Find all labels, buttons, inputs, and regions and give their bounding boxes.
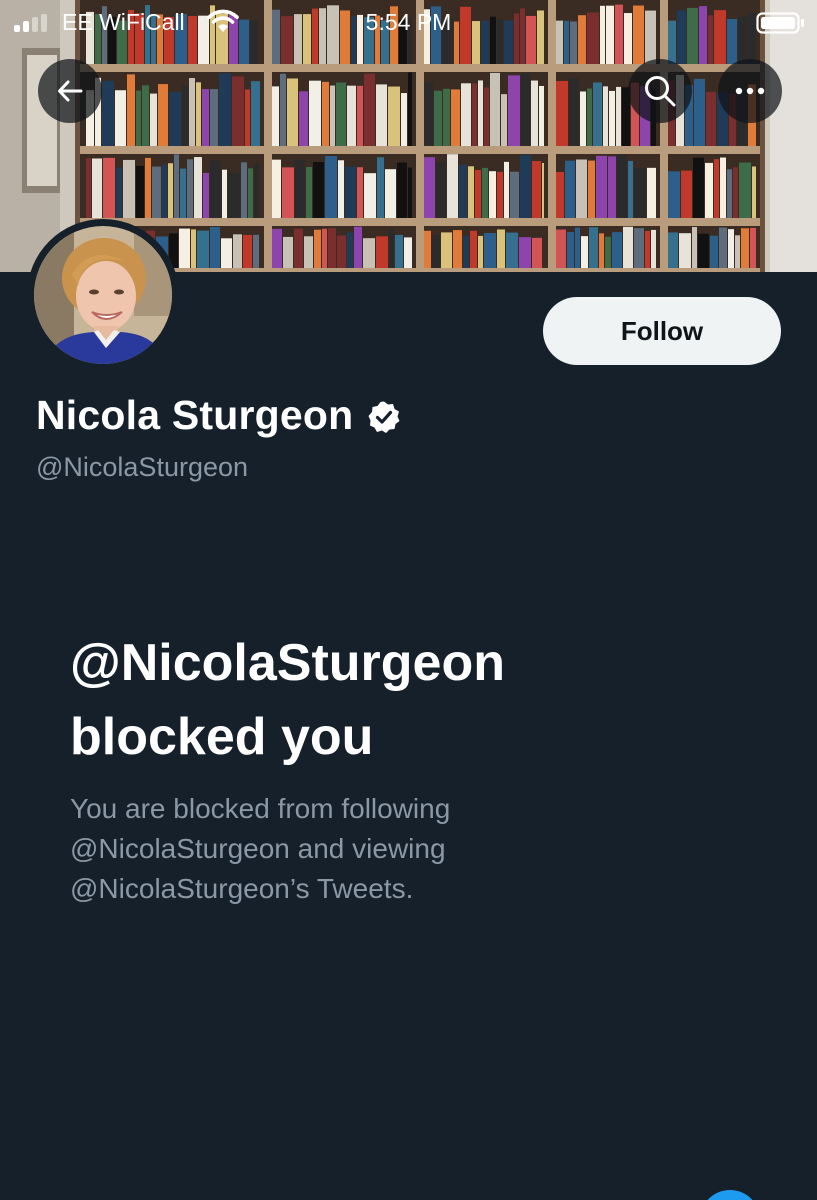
- arrow-left-icon: [58, 80, 83, 102]
- status-time: 5:54 PM: [365, 9, 452, 35]
- more-horizontal-icon: [735, 87, 765, 95]
- blocked-title: @NicolaSturgeon blocked you: [70, 626, 770, 774]
- more-options-button[interactable]: [718, 59, 782, 123]
- blocked-description: You are blocked from following @NicolaSt…: [70, 789, 770, 909]
- back-button[interactable]: [38, 59, 102, 123]
- follow-button[interactable]: Follow: [543, 297, 781, 365]
- status-bar: EE WiFiCall 5:54 PM: [0, 0, 817, 44]
- blocked-title-line: @NicolaSturgeon: [70, 634, 505, 692]
- display-name: Nicola Sturgeon: [36, 392, 354, 438]
- blocked-title-line: blocked you: [70, 708, 374, 766]
- search-icon: [645, 76, 676, 107]
- blocked-description-line: You are blocked from following: [70, 793, 451, 824]
- battery-icon: [756, 12, 806, 40]
- profile-avatar[interactable]: [27, 219, 179, 371]
- verified-badge-icon: [368, 401, 400, 433]
- avatar-photo: [34, 226, 172, 364]
- compose-fab-edge[interactable]: [700, 1190, 760, 1200]
- profile-handle: @NicolaSturgeon: [36, 452, 249, 482]
- blocked-description-line: @NicolaSturgeon’s Tweets.: [70, 873, 414, 904]
- display-name-row: Nicola Sturgeon: [36, 392, 401, 439]
- search-button[interactable]: [628, 59, 692, 123]
- blocked-description-line: @NicolaSturgeon and viewing: [70, 833, 446, 864]
- profile-screen: EE WiFiCall 5:54 PM Follow Nicola Sturge…: [0, 0, 817, 1200]
